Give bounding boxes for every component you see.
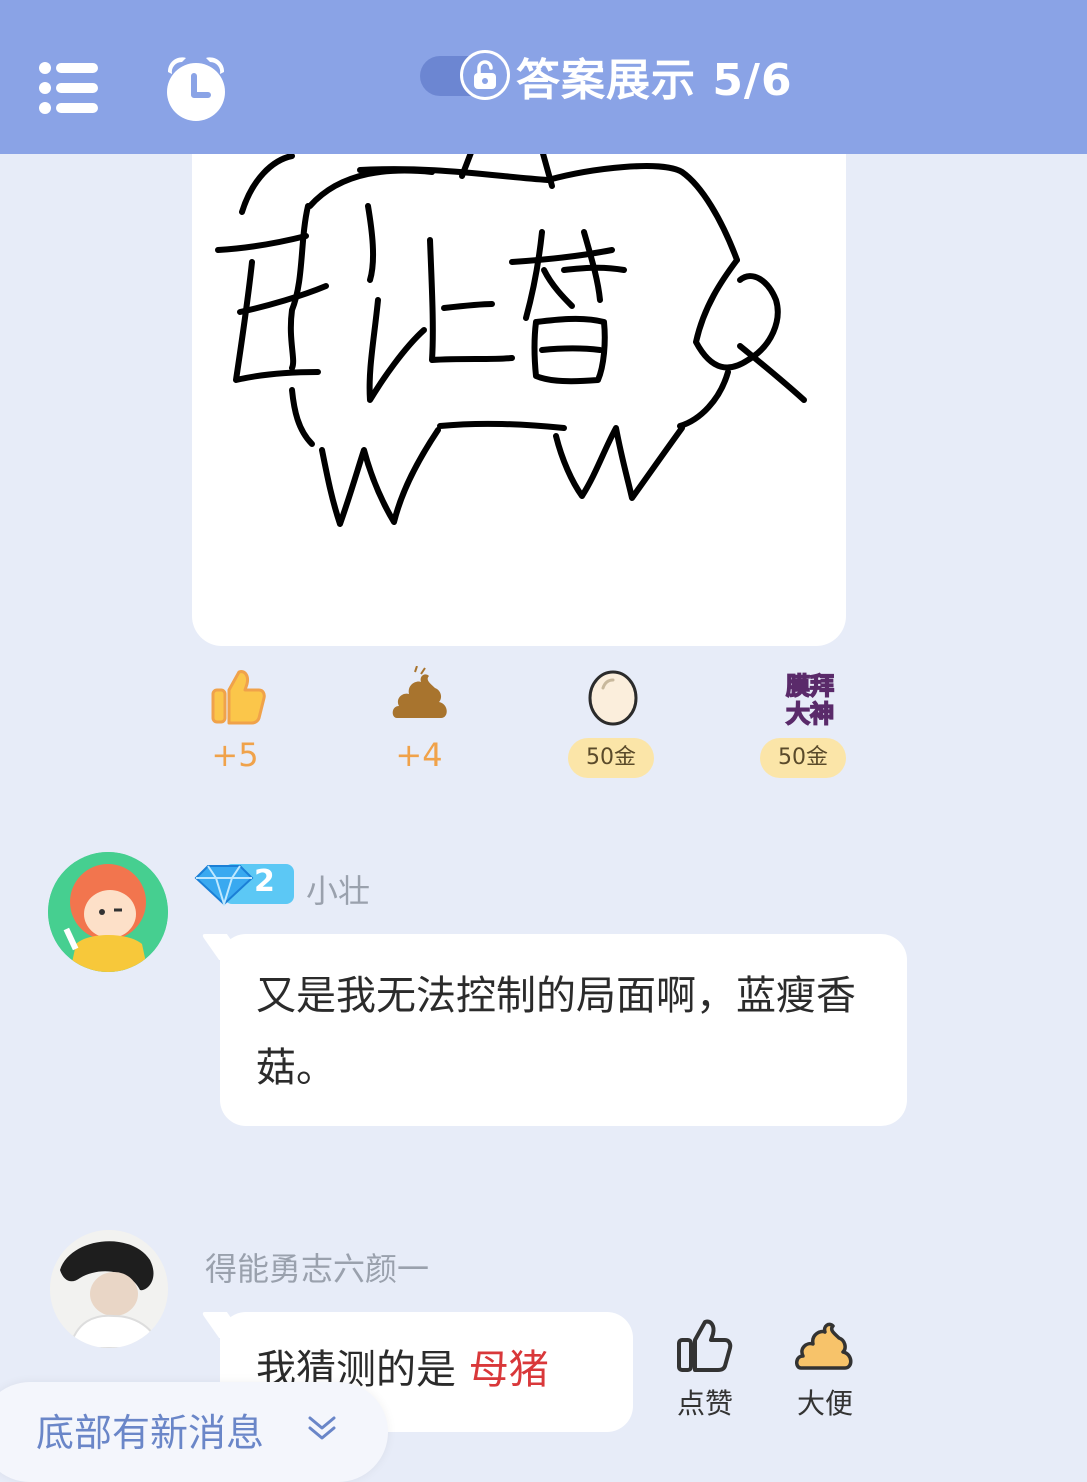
like-reaction[interactable]: +5 xyxy=(180,660,290,790)
svg-text:膜拜: 膜拜 xyxy=(785,672,834,700)
poop-button[interactable]: 大便 xyxy=(780,1318,870,1422)
egg-price-badge: 50金 xyxy=(568,738,654,778)
lock-toggle[interactable] xyxy=(420,50,510,100)
comment-text: 又是我无法控制的局面啊，蓝瘦香菇。 xyxy=(256,973,856,1091)
username: 得能勇志六颜一 xyxy=(205,1250,430,1288)
thumbs-up-icon xyxy=(207,666,267,726)
poop-reaction[interactable]: +4 xyxy=(364,660,474,790)
like-label: 点赞 xyxy=(676,1387,733,1420)
new-message-label: 底部有新消息 xyxy=(36,1411,265,1455)
worship-master-sticker: 膜拜 大神 xyxy=(775,666,835,729)
thumbs-up-icon xyxy=(675,1318,735,1374)
svg-text:大神: 大神 xyxy=(786,700,834,728)
egg-reaction[interactable]: 50金 xyxy=(556,660,666,790)
page-title: 答案展示 5/6 xyxy=(516,55,793,106)
new-message-button[interactable]: 底部有新消息 xyxy=(0,1382,388,1482)
drawing-canvas xyxy=(192,110,846,646)
double-chevron-down-icon xyxy=(306,1412,338,1448)
list-menu-icon[interactable] xyxy=(38,60,100,116)
level-number: 2 xyxy=(254,864,275,899)
avatar[interactable] xyxy=(50,1230,168,1348)
like-count: +5 xyxy=(211,736,259,774)
worship-price-badge: 50金 xyxy=(760,738,846,778)
poop-count: +4 xyxy=(395,736,443,774)
reaction-bar: +5 +4 50金 膜拜 大神 50金 xyxy=(180,660,880,790)
worship-reaction[interactable]: 膜拜 大神 50金 xyxy=(748,660,858,790)
unlock-icon xyxy=(460,50,510,100)
avatar[interactable] xyxy=(48,852,168,972)
poop-icon xyxy=(795,1318,855,1374)
egg-icon xyxy=(583,666,643,726)
username: 小壮 xyxy=(306,872,371,910)
top-bar: 答案展示 5/6 xyxy=(0,0,1087,154)
poop-icon xyxy=(391,665,451,726)
poop-label: 大便 xyxy=(796,1387,853,1420)
alarm-clock-icon[interactable] xyxy=(160,52,232,124)
level-badge: 2 xyxy=(194,862,294,908)
chat-bubble: 又是我无法控制的局面啊，蓝瘦香菇。 xyxy=(220,934,907,1126)
guess-answer: 母猪 xyxy=(468,1347,549,1393)
like-button[interactable]: 点赞 xyxy=(660,1318,750,1422)
